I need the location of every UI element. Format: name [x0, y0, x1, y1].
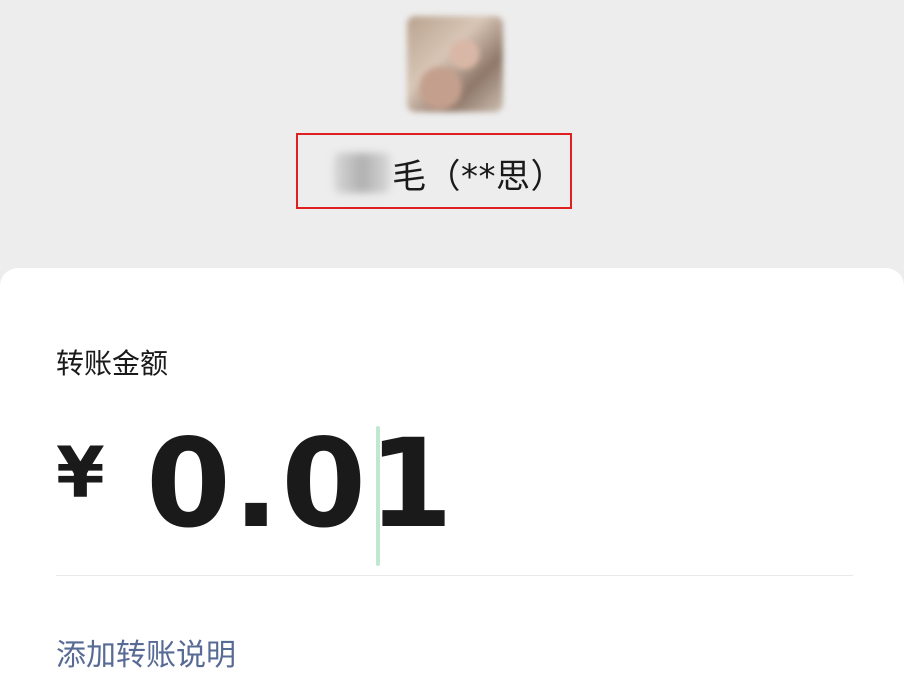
recipient-avatar [407, 16, 503, 112]
text-cursor [376, 426, 380, 566]
recipient-name-row: 毛（**思） [334, 148, 565, 198]
amount-input[interactable]: 0.01 [146, 423, 455, 545]
amount-label: 转账金额 [56, 347, 169, 380]
payee-header: 毛（**思） [0, 0, 904, 280]
transfer-panel: 转账金额 ¥ 0.01 添加转账说明 [0, 268, 904, 677]
add-transfer-note-link[interactable]: 添加转账说明 [56, 630, 236, 674]
blurred-name-prefix [334, 153, 390, 193]
amount-divider [56, 575, 853, 576]
recipient-name: 毛（**思） [392, 156, 565, 197]
currency-symbol: ¥ [56, 432, 105, 514]
